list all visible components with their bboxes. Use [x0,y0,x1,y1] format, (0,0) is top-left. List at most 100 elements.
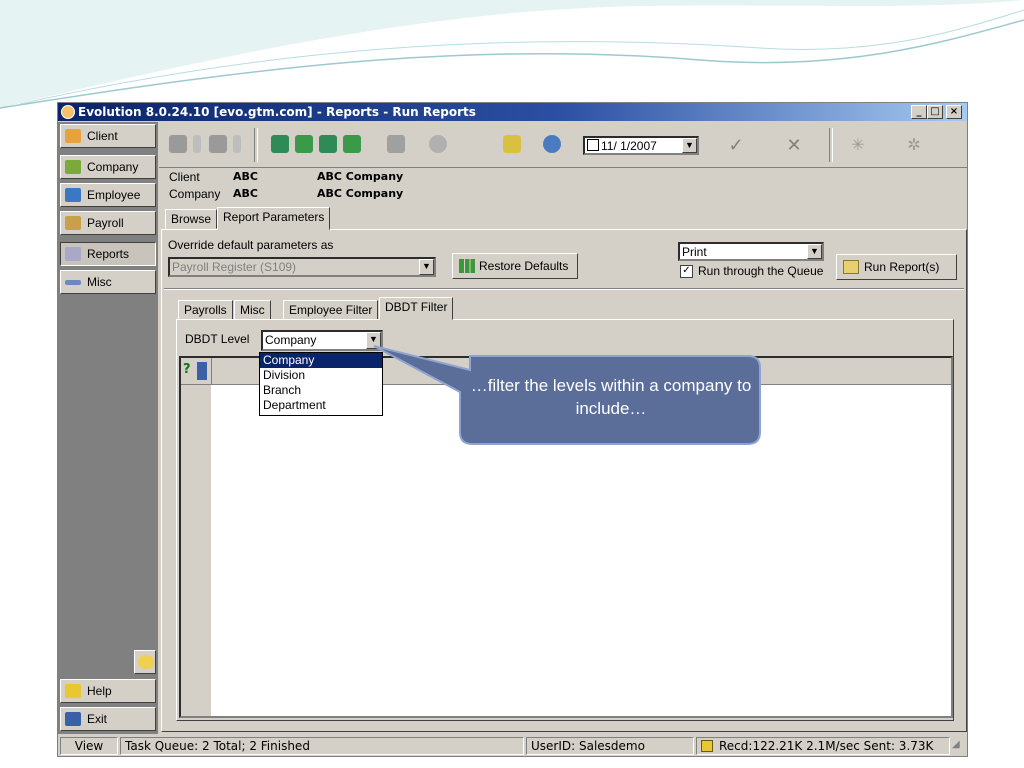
toolbar-separator [254,128,258,162]
disconnect-icon[interactable]: ✲ [905,135,923,154]
check-icon[interactable]: ✓ [727,135,745,155]
resize-grip-icon[interactable]: ◢ [952,739,964,753]
lock-icon [701,740,713,752]
chevron-down-icon[interactable]: ▼ [366,332,381,349]
run-reports-button[interactable]: Run Report(s) [836,254,957,280]
exit-button[interactable]: Exit [60,707,156,731]
title-bar[interactable]: Evolution 8.0.24.10 [evo.gtm.com] - Repo… [58,103,967,121]
tab-misc[interactable]: Misc [234,300,271,320]
decorative-swoosh [0,0,1024,109]
divider [164,288,964,290]
override-select[interactable]: Payroll Register (S109) ▼ [168,257,436,277]
client-icon [65,129,81,143]
chevron-down-icon[interactable]: ▼ [682,138,697,153]
sidebar-item-label: Payroll [87,216,124,230]
prior-record-icon[interactable] [295,135,313,153]
chevron-down-icon[interactable]: ▼ [419,259,434,275]
evolution-logo-icon [61,105,75,119]
queue-checkbox[interactable]: ✓ [680,265,693,278]
company-icon [65,160,81,174]
dbdt-level-select[interactable]: Company ▼ [261,330,383,351]
dbdt-level-label: DBDT Level [185,332,250,346]
maximize-icon[interactable]: □ [927,105,943,119]
callout-text: …filter the levels within a company to i… [470,376,752,418]
next-record-icon[interactable] [319,135,337,153]
toolbar-separator [829,128,833,162]
open-folder-icon[interactable] [503,135,521,153]
cancel-icon[interactable]: ✕ [785,135,803,155]
last-record-icon[interactable] [343,135,361,153]
help-button[interactable]: Help [60,679,156,703]
forward-dropdown-icon[interactable] [233,135,241,153]
tab-payrolls[interactable]: Payrolls [178,300,233,320]
client-label: Client [169,170,200,184]
misc-icon [65,280,81,285]
dropdown-option[interactable]: Branch [260,383,382,398]
reports-icon [65,247,81,261]
queue-checkbox-label: Run through the Queue [698,264,824,278]
task-queue-status[interactable]: Task Queue: 2 Total; 2 Finished [120,737,524,755]
grid-indicator-column [181,385,211,716]
output-select[interactable]: Print ▼ [678,242,824,261]
help-label: Help [87,684,112,698]
output-value: Print [682,245,707,259]
insert-record-icon[interactable] [387,135,405,153]
restore-defaults-button[interactable]: Restore Defaults [452,253,578,279]
exit-icon [65,712,81,726]
connect-icon[interactable]: ✳ [849,135,867,154]
window-title: Evolution 8.0.24.10 [evo.gtm.com] - Repo… [78,105,476,119]
forward-icon[interactable] [209,135,227,153]
company-name: ABC Company [317,187,404,200]
payroll-icon [65,216,81,230]
date-picker[interactable]: 11/ 1/2007 ▼ [583,136,699,155]
override-value: Payroll Register (S109) [172,260,297,274]
client-name: ABC Company [317,170,404,183]
tab-dbdt-filter[interactable]: DBDT Filter [379,297,454,320]
sidebar-item-client[interactable]: Client [60,124,156,148]
sidebar-item-label: Misc [87,275,112,289]
sidebar-item-label: Company [87,160,139,174]
run-reports-label: Run Report(s) [864,260,940,274]
tab-browse[interactable]: Browse [165,209,218,229]
date-checkbox[interactable] [587,139,599,151]
grid-options-icon[interactable]: ? [183,362,195,380]
status-bar: View Task Queue: 2 Total; 2 Finished Use… [58,735,967,756]
chevron-down-icon[interactable]: ▼ [807,244,822,259]
sidebar-item-label: Client [87,129,118,143]
company-label: Company [169,187,221,201]
refresh-icon[interactable] [543,135,561,153]
exit-label: Exit [87,712,108,726]
close-icon[interactable]: × [946,105,962,119]
toolbar: 11/ 1/2007 ▼ ✓ ✕ ✳ ✲ [159,122,967,168]
sidebar-item-misc[interactable]: Misc [60,270,156,294]
dbdt-level-value: Company [265,333,317,347]
first-record-icon[interactable] [271,135,289,153]
grid-filter-icon[interactable] [197,362,207,380]
sidebar-item-payroll[interactable]: Payroll [60,211,156,235]
date-value: 11/ 1/2007 [601,139,657,153]
company-code: ABC [233,187,258,200]
back-dropdown-icon[interactable] [193,135,201,153]
dropdown-option[interactable]: Division [260,368,382,383]
traffic-status: Recd:122.21K 2.1M/sec Sent: 3.73K [696,737,950,755]
dropdown-option[interactable]: Department [260,398,382,413]
sidebar-item-reports[interactable]: Reports [60,242,156,266]
user-status: UserID: Salesdemo [526,737,694,755]
chart-icon [459,259,475,273]
dbdt-level-dropdown[interactable]: Company Division Branch Department [259,352,383,416]
tab-report-parameters[interactable]: Report Parameters [217,207,331,230]
view-button[interactable]: View [60,737,118,755]
dropdown-option[interactable]: Company [260,353,382,368]
sidebar-item-company[interactable]: Company [60,155,156,179]
tab-employee-filter[interactable]: Employee Filter [283,300,379,320]
sidebar-item-employee[interactable]: Employee [60,183,156,207]
delete-record-icon[interactable] [429,135,447,153]
employee-icon [65,188,81,202]
back-icon[interactable] [169,135,187,153]
hint-button[interactable] [134,650,156,674]
minimize-icon[interactable]: _ [911,105,927,119]
sidebar-item-label: Employee [87,188,141,202]
help-icon [65,684,81,698]
sidebar: Client Company Employee Payroll Reports … [58,122,158,734]
sidebar-item-label: Reports [87,247,130,261]
